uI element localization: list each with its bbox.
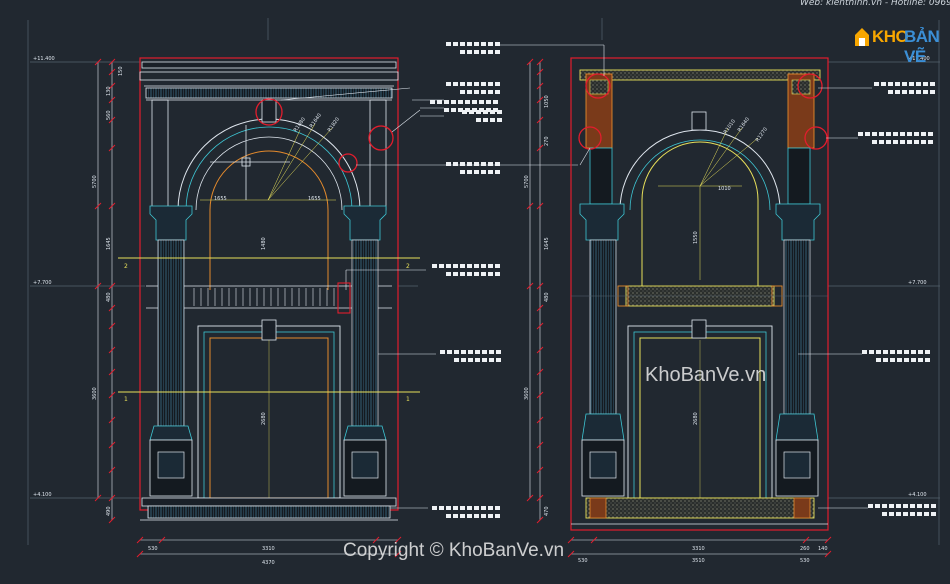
- left-vdim-4: 480: [106, 292, 112, 302]
- right-inner-dim-1: 1550: [693, 231, 699, 244]
- left-chord-b: 1655: [308, 196, 321, 202]
- right-column-a: [579, 147, 625, 497]
- right-bdim-2: 260: [800, 546, 810, 552]
- note-block: [446, 82, 500, 94]
- right-bdim-4: 530: [578, 558, 588, 564]
- right-bottom-slab: [571, 497, 828, 525]
- right-vdim-4: 3600: [524, 387, 530, 400]
- left-bdim-1: 530: [148, 546, 158, 552]
- left-vdim-6: 490: [106, 506, 112, 516]
- right-radius-lines: [658, 127, 759, 280]
- right-bdim-6: 530: [800, 558, 810, 564]
- level-mid-left: +7.700: [33, 280, 52, 286]
- left-chord-a: 1655: [214, 196, 227, 202]
- level-bottom-left: +4.100: [33, 492, 52, 498]
- level-bottom-right: +4.100: [908, 492, 927, 498]
- right-top-beam: [579, 69, 821, 149]
- section-mark-2-right: 2: [406, 263, 410, 270]
- left-elevation: [118, 57, 578, 521]
- left-vdim-5: 560: [106, 110, 112, 120]
- note-block: [440, 350, 501, 362]
- left-balustrade-marker: [337, 282, 351, 314]
- left-vdim-2: 1645: [106, 237, 112, 250]
- keystone: [261, 99, 277, 123]
- house-icon: [855, 28, 869, 46]
- right-inner-dim-2: 2680: [693, 412, 699, 425]
- level-top-left: +11.400: [33, 56, 55, 62]
- left-vdim-8: 130: [106, 86, 112, 96]
- left-door: [197, 319, 341, 499]
- note-block: [432, 264, 500, 276]
- right-vdim-6: 470: [544, 506, 550, 516]
- right-keystone: [691, 111, 707, 131]
- left-callout-circles: [255, 98, 394, 173]
- left-bdim-2: 3310: [262, 546, 275, 552]
- left-inner-dim-2: 2680: [261, 412, 267, 425]
- cad-drawing-canvas: +11.400 +7.700 +4.100 +11.400 +7.700 +4.…: [0, 0, 950, 580]
- left-vdim-1: 5700: [92, 175, 98, 188]
- left-column-b: [343, 205, 387, 497]
- section-mark-1-left: 1: [124, 396, 128, 403]
- watermark: KhoBanVe.vn: [645, 364, 767, 386]
- section-mark-1-right: 1: [406, 396, 410, 403]
- door-keystone: [261, 319, 277, 341]
- note-block: [858, 132, 933, 144]
- right-vdim-3: 1645: [544, 237, 550, 250]
- left-vdim-7: 150: [118, 66, 124, 76]
- right-column-b: [775, 147, 821, 497]
- note-block: [862, 350, 930, 362]
- note-block: [868, 504, 936, 516]
- copyright-text: Copyright © KhoBanVe.vn: [343, 540, 565, 561]
- left-column-a: [149, 205, 193, 497]
- header-web-hotline: Web: kienthinh.vn - Hotline: 0969.4: [800, 0, 950, 8]
- section-mark-2-left: 2: [124, 263, 128, 270]
- note-block: [446, 162, 500, 174]
- right-arc-dim-3: R1270: [755, 126, 769, 143]
- right-door-keystone: [691, 319, 707, 339]
- right-chord: 1010: [718, 186, 731, 192]
- cad-elevation-svg: +11.400 +7.700 +4.100 +11.400 +7.700 +4.…: [27, 18, 940, 566]
- right-door: [627, 319, 773, 499]
- right-elevation: [500, 44, 872, 531]
- level-mid-right: +7.700: [908, 280, 927, 286]
- left-vdim-3: 3600: [92, 387, 98, 400]
- left-cornice: [139, 61, 399, 101]
- annotation-note-blocks: [430, 42, 936, 518]
- right-vdim-1: 1050: [544, 95, 550, 108]
- logo-text-banve: BẢN VẼ: [904, 27, 940, 66]
- note-block: [446, 42, 500, 54]
- note-block: [874, 82, 935, 94]
- left-plinth: [140, 497, 398, 521]
- left-columns: [149, 205, 387, 497]
- left-arc-dim-2: R1640: [309, 112, 323, 129]
- note-block: [432, 506, 500, 518]
- left-leaders: [280, 87, 578, 509]
- right-vdim-7: 270: [544, 136, 550, 146]
- left-inner-dim-1: 1480: [261, 237, 267, 250]
- left-bdim-3: 4370: [262, 560, 275, 566]
- right-vdim-5: 480: [544, 292, 550, 302]
- right-bdim-5: 3510: [692, 558, 705, 564]
- site-logo[interactable]: KHO BẢN VẼ: [852, 24, 942, 66]
- right-bdim-1: 3310: [692, 546, 705, 552]
- right-arc-dim-2: R1640: [737, 116, 751, 133]
- right-bdim-3: 140: [818, 546, 828, 552]
- right-vdim-2: 5700: [524, 175, 530, 188]
- logo-text-kho: KHO: [872, 27, 909, 46]
- left-arc-dim-3: R1820: [327, 116, 341, 133]
- right-arc-dim-1: R1010: [723, 118, 737, 135]
